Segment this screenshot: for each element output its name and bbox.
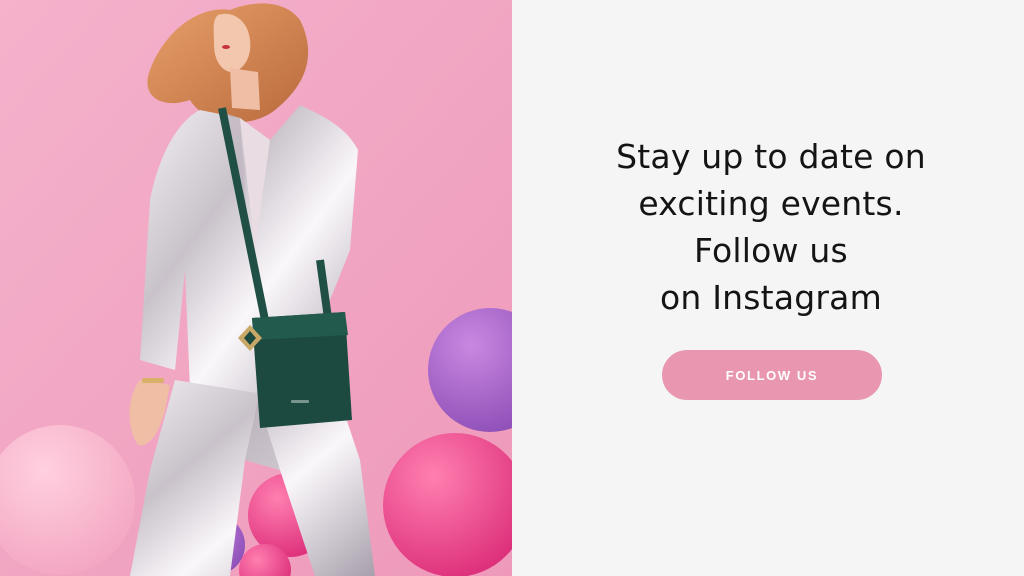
headline-line: on Instagram — [660, 278, 882, 317]
fashion-model-image — [0, 0, 512, 576]
follow-us-button[interactable]: FOLLOW US — [662, 350, 882, 400]
headline-line: Stay up to date on — [616, 137, 926, 176]
headline-line: exciting events. — [638, 184, 904, 223]
promo-headline: Stay up to date on exciting events. Foll… — [512, 133, 1024, 321]
promo-photo — [0, 0, 512, 576]
instagram-promo-banner: Stay up to date on exciting events. Foll… — [0, 0, 1024, 576]
promo-content: Stay up to date on exciting events. Foll… — [512, 0, 1024, 576]
headline-line: Follow us — [694, 231, 848, 270]
